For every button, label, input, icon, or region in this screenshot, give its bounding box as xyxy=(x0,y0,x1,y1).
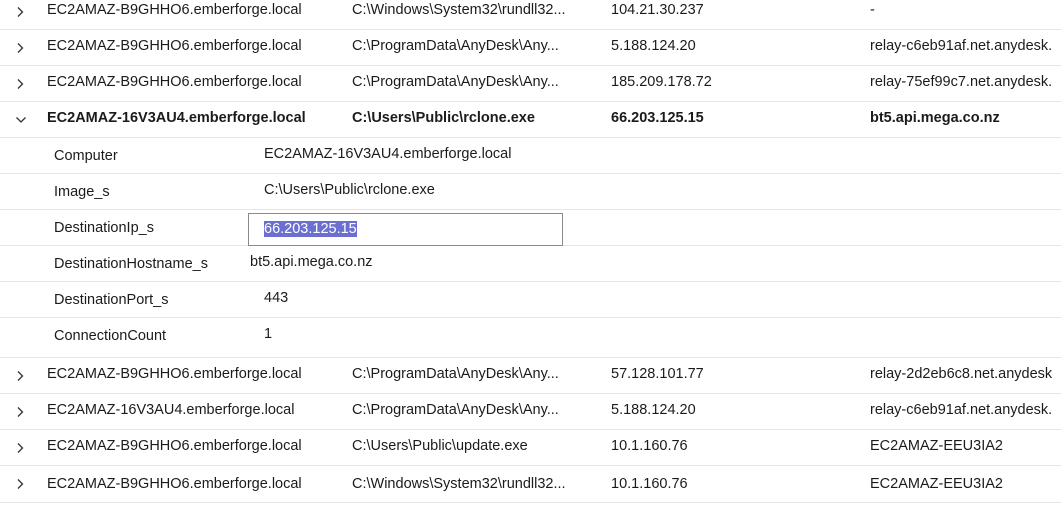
table-row[interactable]: EC2AMAZ-B9GHHO6.emberforge.local C:\Prog… xyxy=(0,358,1061,394)
cell-destination-ip: 57.128.101.77 xyxy=(611,366,704,382)
detail-key: Computer xyxy=(54,148,118,164)
table-row[interactable]: EC2AMAZ-B9GHHO6.emberforge.local C:\Prog… xyxy=(0,66,1061,102)
cell-computer: EC2AMAZ-B9GHHO6.emberforge.local xyxy=(47,366,302,382)
chevron-right-icon[interactable] xyxy=(13,369,27,383)
cell-destination-ip: 185.209.178.72 xyxy=(611,74,712,90)
table-row[interactable]: EC2AMAZ-B9GHHO6.emberforge.local C:\User… xyxy=(0,430,1061,466)
chevron-down-icon[interactable] xyxy=(14,113,28,127)
detail-key: ConnectionCount xyxy=(54,328,167,344)
cell-destination-hostname: - xyxy=(870,2,875,18)
detail-row: DestinationIp_s 66.203.125.15 xyxy=(0,210,1061,246)
cell-computer: EC2AMAZ-B9GHHO6.emberforge.local xyxy=(47,38,302,54)
cell-image: C:\Windows\System32\rundll32... xyxy=(352,2,566,18)
detail-row: DestinationPort_s 443 xyxy=(0,282,1061,318)
detail-key: DestinationHostname_s xyxy=(54,256,208,272)
detail-value[interactable]: C:\Users\Public\rclone.exe xyxy=(264,174,435,207)
cell-computer: EC2AMAZ-B9GHHO6.emberforge.local xyxy=(47,2,302,18)
detail-row: ConnectionCount 1 xyxy=(0,318,1061,358)
detail-key: DestinationIp_s xyxy=(54,220,154,236)
cell-image: C:\ProgramData\AnyDesk\Any... xyxy=(352,402,559,418)
cell-image: C:\ProgramData\AnyDesk\Any... xyxy=(352,38,559,54)
cell-destination-ip: 66.203.125.15 xyxy=(611,110,704,126)
detail-key: DestinationPort_s xyxy=(54,292,169,308)
cell-destination-hostname: relay-c6eb91af.net.anydesk. xyxy=(870,402,1053,418)
table-row-expanded[interactable]: EC2AMAZ-16V3AU4.emberforge.local C:\User… xyxy=(0,102,1061,138)
cell-destination-hostname: relay-c6eb91af.net.anydesk. xyxy=(870,38,1053,54)
detail-value[interactable]: EC2AMAZ-16V3AU4.emberforge.local xyxy=(264,138,511,171)
detail-row: DestinationHostname_s bt5.api.mega.co.nz xyxy=(0,246,1061,282)
cell-image: C:\Users\Public\rclone.exe xyxy=(352,110,535,126)
cell-image: C:\Windows\System32\rundll32... xyxy=(352,476,566,492)
detail-value[interactable]: 1 xyxy=(264,318,272,351)
cell-destination-ip: 5.188.124.20 xyxy=(611,38,696,54)
detail-row: Computer EC2AMAZ-16V3AU4.emberforge.loca… xyxy=(0,138,1061,174)
cell-image: C:\ProgramData\AnyDesk\Any... xyxy=(352,74,559,90)
cell-image: C:\ProgramData\AnyDesk\Any... xyxy=(352,366,559,382)
cell-computer: EC2AMAZ-B9GHHO6.emberforge.local xyxy=(47,74,302,90)
chevron-right-icon[interactable] xyxy=(13,5,27,19)
chevron-right-icon[interactable] xyxy=(13,41,27,55)
results-grid: EC2AMAZ-B9GHHO6.emberforge.local C:\Wind… xyxy=(0,0,1061,505)
chevron-right-icon[interactable] xyxy=(13,77,27,91)
table-row[interactable]: EC2AMAZ-16V3AU4.emberforge.local C:\Prog… xyxy=(0,394,1061,430)
cell-destination-hostname: EC2AMAZ-EEU3IA2 xyxy=(870,476,1003,492)
detail-value-editor[interactable]: 66.203.125.15 xyxy=(248,213,563,246)
detail-key: Image_s xyxy=(54,184,110,200)
cell-computer: EC2AMAZ-16V3AU4.emberforge.local xyxy=(47,402,295,418)
selected-text[interactable]: 66.203.125.15 xyxy=(264,221,357,237)
chevron-right-icon[interactable] xyxy=(13,405,27,419)
cell-computer: EC2AMAZ-16V3AU4.emberforge.local xyxy=(47,110,306,126)
cell-destination-ip: 10.1.160.76 xyxy=(611,438,688,454)
cell-image: C:\Users\Public\update.exe xyxy=(352,438,528,454)
cell-destination-hostname: bt5.api.mega.co.nz xyxy=(870,110,1000,126)
detail-value[interactable]: bt5.api.mega.co.nz xyxy=(250,246,373,279)
cell-destination-ip: 10.1.160.76 xyxy=(611,476,688,492)
cell-destination-hostname: relay-75ef99c7.net.anydesk. xyxy=(870,74,1053,90)
detail-row: Image_s C:\Users\Public\rclone.exe xyxy=(0,174,1061,210)
table-row[interactable]: EC2AMAZ-B9GHHO6.emberforge.local C:\Wind… xyxy=(0,466,1061,503)
table-row[interactable]: EC2AMAZ-B9GHHO6.emberforge.local C:\Wind… xyxy=(0,0,1061,30)
cell-destination-ip: 104.21.30.237 xyxy=(611,2,704,18)
cell-destination-ip: 5.188.124.20 xyxy=(611,402,696,418)
cell-computer: EC2AMAZ-B9GHHO6.emberforge.local xyxy=(47,438,302,454)
cell-destination-hostname: relay-2d2eb6c8.net.anydesk xyxy=(870,366,1053,382)
table-row[interactable]: EC2AMAZ-B9GHHO6.emberforge.local C:\Prog… xyxy=(0,30,1061,66)
detail-value[interactable]: 443 xyxy=(264,282,288,315)
cell-destination-hostname: EC2AMAZ-EEU3IA2 xyxy=(870,438,1003,454)
chevron-right-icon[interactable] xyxy=(13,441,27,455)
chevron-right-icon[interactable] xyxy=(13,477,27,491)
cell-computer: EC2AMAZ-B9GHHO6.emberforge.local xyxy=(47,476,302,492)
